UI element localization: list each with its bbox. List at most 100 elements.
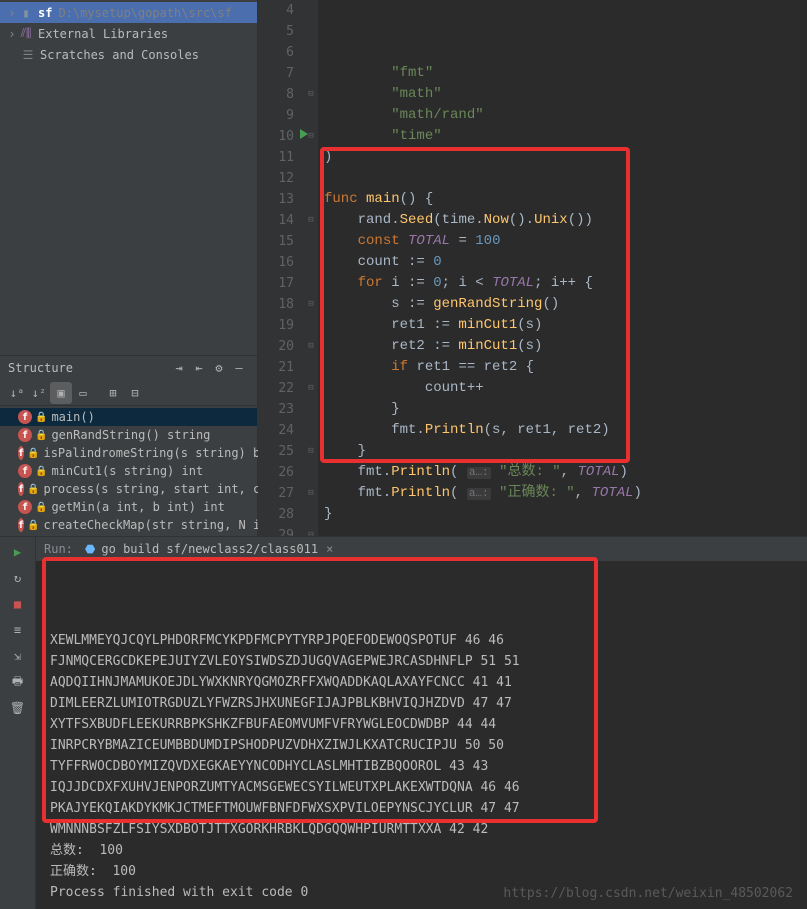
code-line[interactable]: fmt.Println( a…: "总数: ", TOTAL)	[324, 462, 807, 483]
print-icon[interactable]: 🖶	[7, 671, 29, 693]
structure-item[interactable]: f🔒 genRandString() string	[0, 426, 257, 444]
console-line: PKAJYEKQIAKDYKMKJCTMEFTMOUWFBNFDFWXSXPVI…	[50, 798, 793, 819]
code-line[interactable]: count++	[324, 378, 807, 399]
console-line: 总数: 100	[50, 840, 793, 861]
code-line[interactable]: rand.Seed(time.Now().Unix())	[324, 210, 807, 231]
console-line: WMNNNBSFZLFSIYSXDBOTJTTXGORKHRBKLQDGQQWH…	[50, 819, 793, 840]
structure-item-label: genRandString() string	[51, 428, 210, 442]
lock-icon: 🔒	[35, 412, 47, 423]
console-line: INRPCRYBMAZICEUMBBDUMDIPSHODPUZVDHXZIWJL…	[50, 735, 793, 756]
lock-icon: 🔒	[27, 484, 39, 495]
collapse-all-icon[interactable]: ⊟	[124, 382, 146, 404]
code-line[interactable]: "math"	[324, 84, 807, 105]
lock-icon: 🔒	[27, 448, 39, 459]
structure-item[interactable]: f🔒process(s string, start int, cut int) …	[0, 480, 257, 498]
close-icon[interactable]: ×	[326, 542, 333, 556]
code-line[interactable]: fmt.Println(s, ret1, ret2)	[324, 420, 807, 441]
lock-icon: 🔒	[35, 430, 47, 441]
code-line[interactable]: "math/rand"	[324, 105, 807, 126]
function-badge-icon: f	[18, 410, 32, 424]
scratches-icon: ☰	[20, 48, 36, 62]
filter-icon[interactable]: ▣	[50, 382, 72, 404]
go-icon: ⬣	[85, 542, 95, 556]
code-line[interactable]: "time"	[324, 126, 807, 147]
chevron-right-icon: ›	[6, 6, 18, 20]
function-badge-icon: f	[18, 464, 32, 478]
code-line[interactable]: }	[324, 441, 807, 462]
function-badge-icon: f	[18, 482, 24, 496]
sort-alpha-desc-icon[interactable]: ↓ᶻ	[28, 382, 50, 404]
expand-icon[interactable]: ⇤	[189, 361, 209, 375]
external-libraries[interactable]: › ⫽⫼ External Libraries	[0, 23, 257, 44]
structure-item-label: createCheckMap(str string, N int)	[43, 518, 281, 532]
code-line[interactable]: "fmt"	[324, 63, 807, 84]
function-badge-icon: f	[18, 518, 24, 532]
project-root-path: D:\mysetup\gopath\src\sf	[58, 6, 231, 20]
console-line: AQDQIIHNJMAMUKOEJDLYWXKNRYQGMOZRFFXWQADD…	[50, 672, 793, 693]
structure-item[interactable]: f🔒isPalindromeString(s string) bool	[0, 444, 257, 462]
project-root[interactable]: › ▮ sf D:\mysetup\gopath\src\sf	[0, 2, 257, 23]
structure-title: Structure	[8, 361, 169, 375]
watermark: https://blog.csdn.net/weixin_48502062	[503, 886, 793, 901]
run-icon[interactable]: ▶	[7, 541, 29, 563]
folder-icon: ▮	[18, 6, 34, 20]
stop-icon[interactable]: ■	[7, 593, 29, 615]
scratches[interactable]: ☰ Scratches and Consoles	[0, 44, 257, 65]
structure-panel: Structure ⇥ ⇤ ⚙ — ↓ᵃ ↓ᶻ ▣ ▭ ⊞ ⊟ f🔒main()…	[0, 355, 257, 536]
code-line[interactable]: }	[324, 399, 807, 420]
code-line[interactable]	[324, 168, 807, 189]
gear-icon[interactable]: ⚙	[209, 361, 229, 375]
structure-item[interactable]: f🔒 getMin(a int, b int) int	[0, 498, 257, 516]
console-line: DIMLEERZLUMIOTRGDUZLYFWZRSJHXUNEGFIJAJPB…	[50, 693, 793, 714]
hide-icon[interactable]: —	[229, 361, 249, 375]
run-tab-title[interactable]: go build sf/newclass2/class011	[101, 542, 318, 556]
console-line: FJNMQCERGCDKEPEJUIYZVLEOYSIWDSZDJUGQVAGE…	[50, 651, 793, 672]
console-line: 正确数: 100	[50, 861, 793, 882]
code-line[interactable]	[324, 525, 807, 536]
console-line: TYFFRWOCDBOYMIZQVDXEGKAEYYNCODHYCLASLMHT…	[50, 756, 793, 777]
layout-icon[interactable]: ≡	[7, 619, 29, 641]
chevron-right-icon: ›	[6, 27, 18, 41]
code-line[interactable]: ret1 := minCut1(s)	[324, 315, 807, 336]
editor[interactable]: 4567891011121314151617181920212223242526…	[258, 0, 807, 536]
structure-item-label: isPalindromeString(s string) bool	[43, 446, 281, 460]
structure-item[interactable]: f🔒minCut1(s string) int	[0, 462, 257, 480]
project-root-name: sf	[38, 6, 52, 20]
console-line: IQJJDCDXFXUHVJENPORZUMTYACMSGEWECSYILWEU…	[50, 777, 793, 798]
rerun-icon[interactable]: ↻	[7, 567, 29, 589]
code-line[interactable]: }	[324, 504, 807, 525]
run-gutter-icon[interactable]	[300, 129, 308, 139]
console-line: XEWLMMEYQJCQYLPHDORFMCYKPDFMCPYTYRPJPQEF…	[50, 630, 793, 651]
lock-icon: 🔒	[27, 520, 39, 531]
code-line[interactable]: for i := 0; i < TOTAL; i++ {	[324, 273, 807, 294]
external-libraries-label: External Libraries	[38, 27, 168, 41]
code-line[interactable]: s := genRandString()	[324, 294, 807, 315]
trash-icon[interactable]: 🗑	[7, 697, 29, 719]
sort-alpha-asc-icon[interactable]: ↓ᵃ	[6, 382, 28, 404]
function-badge-icon: f	[18, 446, 24, 460]
code-line[interactable]: if ret1 == ret2 {	[324, 357, 807, 378]
structure-item[interactable]: f🔒 main()	[0, 408, 257, 426]
code-line[interactable]: ret2 := minCut1(s)	[324, 336, 807, 357]
collapse-icon[interactable]: ⇥	[169, 361, 189, 375]
expand-all-icon[interactable]: ⊞	[102, 382, 124, 404]
structure-item-label: getMin(a int, b int) int	[51, 500, 224, 514]
structure-item[interactable]: f🔒createCheckMap(str string, N int)	[0, 516, 257, 534]
run-label: Run:	[44, 542, 73, 556]
code-line[interactable]: func main() {	[324, 189, 807, 210]
console-output[interactable]: XEWLMMEYQJCQYLPHDORFMCYKPDFMCPYTYRPJPQEF…	[36, 561, 807, 909]
code-line[interactable]: fmt.Println( a…: "正确数: ", TOTAL)	[324, 483, 807, 504]
folder-toggle-icon[interactable]: ▭	[72, 382, 94, 404]
pin-icon[interactable]: ⇲	[7, 645, 29, 667]
code-line[interactable]: count := 0	[324, 252, 807, 273]
console-line: XYTFSXBUDFLEEKURRBPKSHKZFBUFAEOMVUMFVFRY…	[50, 714, 793, 735]
code-line[interactable]: )	[324, 147, 807, 168]
structure-item-label: main()	[51, 410, 94, 424]
code-line[interactable]: const TOTAL = 100	[324, 231, 807, 252]
scratches-label: Scratches and Consoles	[40, 48, 199, 62]
function-badge-icon: f	[18, 428, 32, 442]
project-tree: › ▮ sf D:\mysetup\gopath\src\sf › ⫽⫼ Ext…	[0, 0, 257, 67]
function-badge-icon: f	[18, 500, 32, 514]
lock-icon: 🔒	[35, 502, 47, 513]
run-panel: ▶ ↻ ■ ≡ ⇲ 🖶 🗑 Run: ⬣ go build sf/newclas…	[0, 536, 807, 909]
